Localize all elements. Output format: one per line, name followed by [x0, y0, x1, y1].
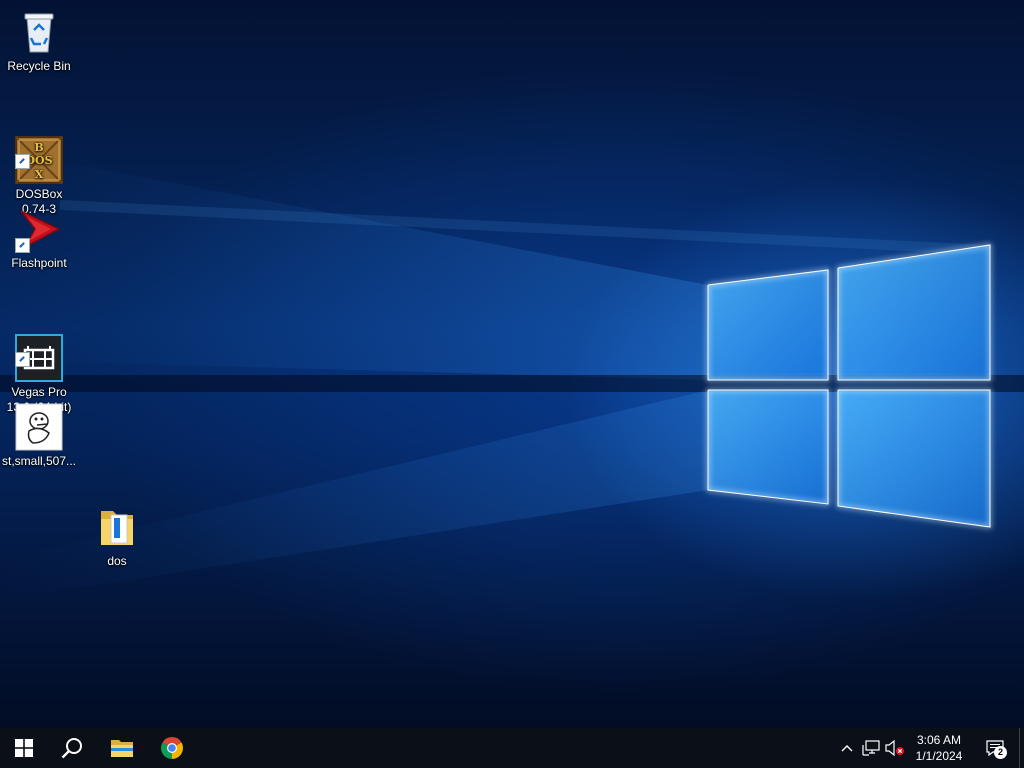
search-button[interactable] — [48, 728, 96, 768]
windows-start-icon — [15, 739, 33, 757]
chrome-icon — [161, 737, 183, 759]
desktop-icon-recycle-bin[interactable]: Recycle Bin — [0, 8, 78, 74]
show-desktop-button[interactable] — [1019, 728, 1024, 768]
svg-text:B: B — [34, 141, 43, 154]
shortcut-arrow-icon — [15, 154, 30, 169]
chevron-up-icon — [841, 745, 853, 752]
tray-network[interactable] — [860, 728, 882, 768]
tray-overflow-button[interactable] — [838, 728, 856, 768]
desktop-icon-image-file[interactable]: st,small,507... — [0, 403, 78, 469]
desktop-icon-flashpoint[interactable]: Flashpoint — [0, 205, 78, 271]
tray-volume[interactable] — [884, 728, 906, 768]
folder-icon — [101, 511, 133, 545]
clock-date: 1/1/2024 — [915, 749, 963, 763]
action-center-button[interactable]: 2 — [980, 728, 1010, 768]
icon-label: Recycle Bin — [7, 59, 71, 73]
taskbar: 3:06 AM 1/1/2024 2 — [0, 728, 1024, 768]
icon-label: Flashpoint — [11, 256, 67, 270]
icon-label: dos — [107, 554, 127, 568]
svg-text:X: X — [35, 168, 44, 181]
taskbar-chrome[interactable] — [148, 728, 196, 768]
recycle-bin-icon — [24, 13, 54, 53]
notification-count-badge: 2 — [994, 746, 1007, 759]
network-icon — [862, 740, 880, 756]
shortcut-arrow-icon — [15, 238, 30, 253]
file-explorer-icon — [111, 740, 133, 757]
clock[interactable]: 3:06 AM 1/1/2024 — [904, 728, 974, 768]
desktop-icon-dos-folder[interactable]: dos — [78, 503, 156, 569]
shortcut-arrow-icon — [15, 352, 30, 367]
icon-label: st,small,507... — [1, 454, 77, 468]
taskbar-file-explorer[interactable] — [98, 728, 146, 768]
clock-time: 3:06 AM — [916, 733, 962, 747]
image-file-icon — [15, 403, 63, 451]
wallpaper-windows-logo — [0, 150, 1024, 600]
volume-muted-icon — [885, 740, 904, 756]
desktop[interactable]: Recycle Bin B DOS X DOSBox 0.74-3 Flashp… — [0, 0, 1024, 728]
start-button[interactable] — [0, 728, 48, 768]
search-icon — [61, 738, 82, 759]
